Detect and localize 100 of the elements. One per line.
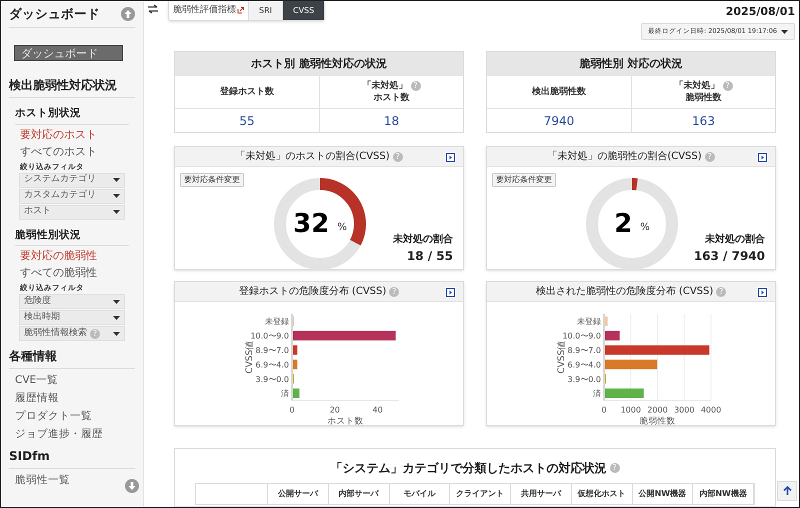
tick-label: 3000	[674, 405, 694, 414]
stat-value[interactable]: 55	[239, 112, 255, 130]
sidebar-nav-link[interactable]: 脆弱性一覧	[15, 473, 129, 488]
bar	[293, 360, 298, 370]
category-label: 済	[281, 389, 289, 398]
column-header: 内部NW機器	[693, 484, 754, 504]
card-header: 検出された脆弱性の危険度分布 (CVSS) ?	[487, 282, 775, 302]
bar	[293, 388, 300, 398]
bar	[605, 316, 608, 326]
y-axis-title: CVSS値	[557, 340, 567, 374]
expand-icon[interactable]	[758, 288, 767, 297]
caret-icon	[113, 210, 120, 214]
metric-tab[interactable]: CVSS	[282, 1, 324, 20]
bar	[293, 345, 298, 355]
stat-label: 検出脆弱性数	[532, 86, 586, 98]
column-header: 内部サーバ	[328, 484, 390, 504]
column-header: クライアント	[450, 484, 511, 504]
sidebar-nav-link[interactable]: ジョブ進捗・履歴	[15, 427, 129, 442]
percent-unit: %	[640, 220, 650, 234]
sidebar-link[interactable]: 要対応のホスト	[20, 128, 124, 142]
category-label: 3.9〜0.0	[568, 374, 601, 384]
category-label: 10.0〜9.0	[250, 332, 289, 341]
expand-icon[interactable]	[446, 153, 455, 162]
caret-icon	[113, 316, 120, 320]
x-axis-title: ホスト数	[328, 416, 364, 426]
tick-label: 40	[372, 405, 383, 414]
filter-dropdown[interactable]: 危険度	[19, 294, 125, 310]
column-header: 公開NW機器	[632, 484, 694, 504]
sidebar-heading: 検出脆弱性対応状況	[9, 76, 135, 98]
filter-dropdown[interactable]: カスタムカテゴリ	[19, 188, 125, 204]
category-label: 8.9〜7.0	[256, 346, 289, 355]
filter-dropdown[interactable]: 脆弱性情報検索 ?	[19, 326, 125, 342]
current-date: 2025/08/01	[726, 4, 795, 20]
sidebar-link[interactable]: すべての脆弱性	[20, 266, 124, 280]
ratio-value: 18 / 55	[406, 248, 453, 265]
column-header: 共用サーバ	[511, 484, 572, 504]
stat-value[interactable]: 163	[692, 112, 715, 130]
percent-unit: %	[337, 220, 347, 234]
bar	[605, 330, 620, 340]
category-label: 8.9〜7.0	[568, 346, 601, 355]
category-label: 10.0〜9.0	[562, 332, 601, 341]
ratio-caption: 未対処の割合	[393, 232, 453, 247]
condition-change-button[interactable]: 要対応条件変更	[492, 173, 556, 187]
tick-label: 2000	[647, 405, 668, 414]
column-header: 公開サーバ	[268, 484, 329, 504]
tick-label: 20	[330, 405, 340, 414]
sidebar-nav-link[interactable]: 履歴情報	[15, 391, 129, 406]
card-header: 「未対処」のホストの割合(CVSS) ?	[175, 147, 463, 167]
card-header: 脆弱性別 対応の状況	[487, 52, 775, 76]
y-axis-title: CVSS値	[245, 340, 255, 374]
tick-label: 0	[601, 405, 607, 414]
scroll-up-icon[interactable]	[121, 7, 135, 22]
tick-label: 1000	[620, 405, 641, 414]
swap-icon[interactable]	[147, 4, 159, 14]
sidebar-link[interactable]: すべてのホスト	[20, 144, 124, 158]
category-label: 6.9〜4.0	[256, 360, 289, 370]
sidebar-heading: 各種情報	[9, 347, 135, 370]
bar	[605, 360, 658, 370]
scroll-down-icon[interactable]	[125, 479, 139, 493]
bar	[605, 388, 644, 398]
category-label: 未登録	[577, 317, 601, 326]
sidebar-nav-link[interactable]: CVE一覧	[15, 373, 129, 388]
caret-icon	[113, 300, 120, 304]
filter-dropdown[interactable]: 検出時期	[19, 310, 125, 326]
condition-change-button[interactable]: 要対応条件変更	[180, 173, 244, 187]
column-header: モバイル	[390, 484, 450, 504]
stat-label: 「未対処」	[362, 80, 408, 92]
category-label: 3.9〜0.0	[256, 374, 289, 384]
back-to-top-button[interactable]	[777, 481, 797, 501]
sidebar-title: ダッシュボード	[9, 5, 100, 23]
dashboard-button[interactable]: ダッシュボード	[14, 44, 123, 61]
percent-value: 32	[293, 211, 330, 237]
caret-icon	[113, 332, 120, 336]
stat-value[interactable]: 7940	[544, 112, 574, 130]
sidebar-link[interactable]: 要対応の脆弱性	[20, 249, 124, 264]
up-arrow-icon	[782, 486, 792, 496]
table-title: 「システム」カテゴリで分類したホストの対応状況	[330, 460, 606, 477]
filter-dropdown[interactable]: システムカテゴリ	[19, 172, 125, 188]
filter-dropdown[interactable]: ホスト	[19, 204, 125, 220]
ratio-caption: 未対処の割合	[705, 232, 765, 247]
external-link-icon[interactable]	[237, 7, 244, 14]
sidebar-nav-link[interactable]: プロダクト一覧	[15, 409, 129, 424]
caret-icon	[113, 178, 120, 182]
stat-value[interactable]: 18	[384, 112, 400, 130]
column-header: 仮想化ホスト	[572, 484, 632, 504]
card-header: 「未対処」の脆弱性の割合(CVSS) ?	[487, 147, 775, 167]
stat-label: ホスト数	[374, 92, 410, 104]
metric-tab[interactable]: SRI	[248, 1, 282, 20]
ratio-value: 163 / 7940	[694, 248, 765, 265]
card-header: ホスト別 脆弱性対応の状況	[175, 52, 463, 76]
percent-value: 2	[614, 211, 632, 237]
stat-label: 脆弱性数	[686, 92, 722, 104]
sidebar-heading: SIDfm	[9, 447, 135, 470]
expand-icon[interactable]	[446, 288, 455, 297]
category-label: 6.9〜4.0	[568, 360, 601, 370]
sidebar-subheading: 脆弱性別状況	[15, 228, 129, 246]
category-label: 未登録	[265, 317, 289, 326]
sidebar-subheading: ホスト別状況	[15, 106, 129, 124]
expand-icon[interactable]	[758, 153, 767, 162]
tick-label: 4000	[700, 405, 722, 414]
